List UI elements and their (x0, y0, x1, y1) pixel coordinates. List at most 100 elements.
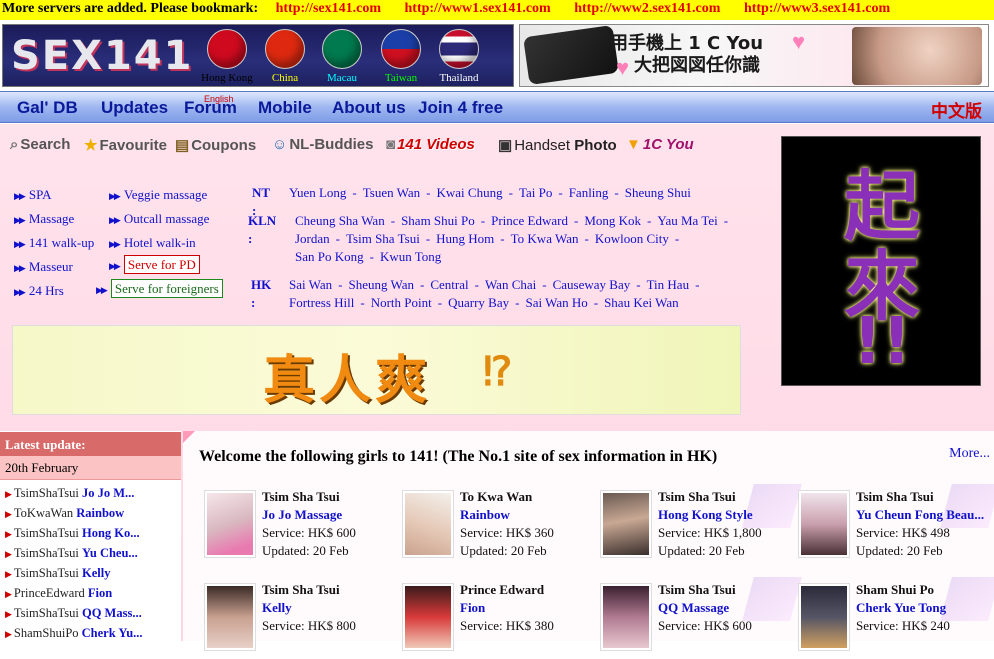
district-link[interactable]: Fanling (569, 185, 609, 200)
nav-updates[interactable]: Updates (101, 98, 168, 118)
quick-favourite[interactable]: ★ Favourite (84, 136, 167, 154)
district-link[interactable]: Kwai Chung (437, 185, 503, 200)
listing-name[interactable]: Fion (460, 599, 554, 617)
listing-photo[interactable] (600, 490, 652, 558)
site-logo[interactable]: SEX141 Hong Kong China Macau Taiwan Thai… (2, 24, 514, 87)
center-promo-banner[interactable]: 真人爽 ⁉ (12, 325, 741, 415)
update-item[interactable]: ▶ TsimShaTsui Yu Cheu... (0, 544, 181, 564)
triangle-icon: ▶ (5, 629, 12, 639)
flag-china[interactable]: China (259, 29, 311, 84)
district-link[interactable]: Sham Shui Po (401, 213, 475, 228)
listing-card[interactable]: Tsim Sha Tsui Yu Cheun Fong Beau... Serv… (798, 484, 994, 566)
district-link[interactable]: Sheung Shui (625, 185, 691, 200)
district-link[interactable]: Quarry Bay (448, 295, 509, 310)
listing-card[interactable]: Tsim Sha Tsui Kelly Service: HK$ 800 (204, 582, 400, 659)
mirror-link-3[interactable]: http://www2.sex141.com (574, 1, 720, 16)
listing-card[interactable]: Tsim Sha Tsui QQ Massage Service: HK$ 60… (600, 577, 802, 659)
category-serve-pd[interactable]: ▶▶ Serve for PD (109, 255, 200, 274)
flag-hong-kong[interactable]: Hong Kong (201, 29, 253, 84)
district-link[interactable]: Tsuen Wan (363, 185, 420, 200)
district-link[interactable]: North Point (371, 295, 432, 310)
quick-141-videos[interactable]: ◙ 141 Videos (386, 136, 475, 153)
listing-name[interactable]: Rainbow (460, 506, 554, 524)
update-item[interactable]: ▶ ToKwaWan Rainbow (0, 504, 181, 524)
listing-name[interactable]: Jo Jo Massage (262, 506, 356, 524)
district-link[interactable]: Yuen Long (289, 185, 346, 200)
flag-thailand[interactable]: Thailand (433, 29, 485, 84)
district-link[interactable]: Kowloon City (595, 231, 669, 246)
update-item[interactable]: ▶ TsimShaTsui Hong Ko... (0, 524, 181, 544)
category-masseur[interactable]: ▶▶ Masseur (14, 259, 73, 275)
nav-gal-db[interactable]: Gal' DB (17, 98, 78, 118)
mirror-link-1[interactable]: http://sex141.com (276, 1, 381, 16)
update-item[interactable]: ▶ ShamShuiPo Cherk Yu... (0, 624, 181, 644)
district-link[interactable]: Yau Ma Tei (657, 213, 717, 228)
district-link[interactable]: To Kwa Wan (511, 231, 579, 246)
listing-photo[interactable] (402, 490, 454, 558)
district-link[interactable]: Jordan (295, 231, 330, 246)
listing-card[interactable]: To Kwa Wan Rainbow Service: HK$ 360 Upda… (402, 489, 598, 566)
district-link[interactable]: Prince Edward (491, 213, 568, 228)
update-item[interactable]: ▶ TsimShaTsui Kelly (0, 564, 181, 584)
district-link[interactable]: Tin Hau (647, 277, 690, 292)
listing-card[interactable]: Sham Shui Po Cherk Yue Tong Service: HK$… (798, 577, 994, 659)
update-item[interactable]: ▶ PrinceEdward Fion (0, 584, 181, 604)
quick-search[interactable]: ⌕ Search (10, 136, 70, 153)
listing-photo[interactable] (798, 490, 850, 558)
update-item[interactable]: ▶ TsimShaTsui Jo Jo M... (0, 484, 181, 504)
nav-about-us[interactable]: About us (332, 98, 406, 118)
district-link[interactable]: Sheung Wan (348, 277, 414, 292)
district-link[interactable]: Wan Chai (485, 277, 536, 292)
quick-favourite-label: Favourite (99, 137, 167, 154)
district-link[interactable]: Cheung Sha Wan (295, 213, 385, 228)
district-link[interactable]: Sai Wan Ho (525, 295, 587, 310)
listing-card[interactable]: Prince Edward Fion Service: HK$ 380 (402, 582, 598, 659)
district-link[interactable]: San Po Kong (295, 249, 364, 264)
quick-nl-buddies[interactable]: ☺ NL-Buddies (272, 136, 374, 153)
nav-forum[interactable]: Forum (184, 98, 237, 118)
district-link[interactable]: Causeway Bay (553, 277, 631, 292)
quick-1c-you[interactable]: ▼ 1C You (626, 136, 694, 153)
mirror-link-2[interactable]: http://www1.sex141.com (405, 1, 551, 16)
district-link[interactable]: Sai Wan (289, 277, 332, 292)
district-link[interactable]: Tsim Sha Tsui (346, 231, 420, 246)
flag-taiwan[interactable]: Taiwan (375, 29, 427, 84)
listing-card[interactable]: Tsim Sha Tsui Jo Jo Massage Service: HK$… (204, 489, 400, 566)
category-walk-up[interactable]: ▶▶ 141 walk-up (14, 235, 94, 251)
heart-icon: ♥ (792, 29, 806, 54)
update-item[interactable]: ▶ TsimShaTsui QQ Mass... (0, 604, 181, 624)
category-spa[interactable]: ▶▶ SPA (14, 187, 52, 203)
side-promo-banner[interactable]: 起 來 !! (781, 136, 981, 386)
category-24hrs[interactable]: ▶▶ 24 Hrs (14, 283, 64, 299)
quick-coupons[interactable]: ▤ Coupons (175, 136, 256, 154)
listing-card[interactable]: Tsim Sha Tsui Hong Kong Style Service: H… (600, 484, 802, 566)
district-link[interactable]: Tai Po (519, 185, 552, 200)
district-link[interactable]: Shau Kei Wan (604, 295, 679, 310)
listing-name[interactable]: Hong Kong Style (658, 506, 762, 524)
update-area: ToKwaWan (13, 506, 74, 520)
district-link[interactable]: Kwun Tong (380, 249, 441, 264)
quick-handset-photo[interactable]: ▣ Handset Photo (498, 136, 617, 154)
listing-name[interactable]: Yu Cheun Fong Beau... (856, 506, 984, 524)
listing-name[interactable]: QQ Massage (658, 599, 752, 617)
mobile-ad-banner[interactable]: 用手機上 1 C You 大把図図任你識 ♥ ♥ (519, 24, 989, 87)
nav-join[interactable]: Join 4 free (418, 98, 503, 118)
district-link[interactable]: Mong Kok (584, 213, 641, 228)
category-hotel-walk-in[interactable]: ▶▶ Hotel walk-in (109, 235, 196, 251)
category-massage[interactable]: ▶▶ Massage (14, 211, 74, 227)
more-link[interactable]: More... (949, 446, 990, 462)
listing-name[interactable]: Kelly (262, 599, 356, 617)
category-serve-foreigners[interactable]: ▶▶ Serve for foreigners (96, 279, 223, 298)
mirror-link-4[interactable]: http://www3.sex141.com (744, 1, 890, 16)
logo-text: SEX141 (11, 33, 194, 79)
district-link[interactable]: Hung Hom (436, 231, 494, 246)
category-veggie-massage[interactable]: ▶▶ Veggie massage (109, 187, 207, 203)
category-outcall-massage[interactable]: ▶▶ Outcall massage (109, 211, 209, 227)
listing-name[interactable]: Cherk Yue Tong (856, 599, 950, 617)
district-link[interactable]: Central (430, 277, 468, 292)
flag-macau[interactable]: Macau (316, 29, 368, 84)
chinese-version-link[interactable]: 中文版 (931, 97, 982, 122)
district-link[interactable]: Fortress Hill (289, 295, 354, 310)
listing-photo[interactable] (204, 490, 256, 558)
nav-mobile[interactable]: Mobile (258, 98, 312, 118)
